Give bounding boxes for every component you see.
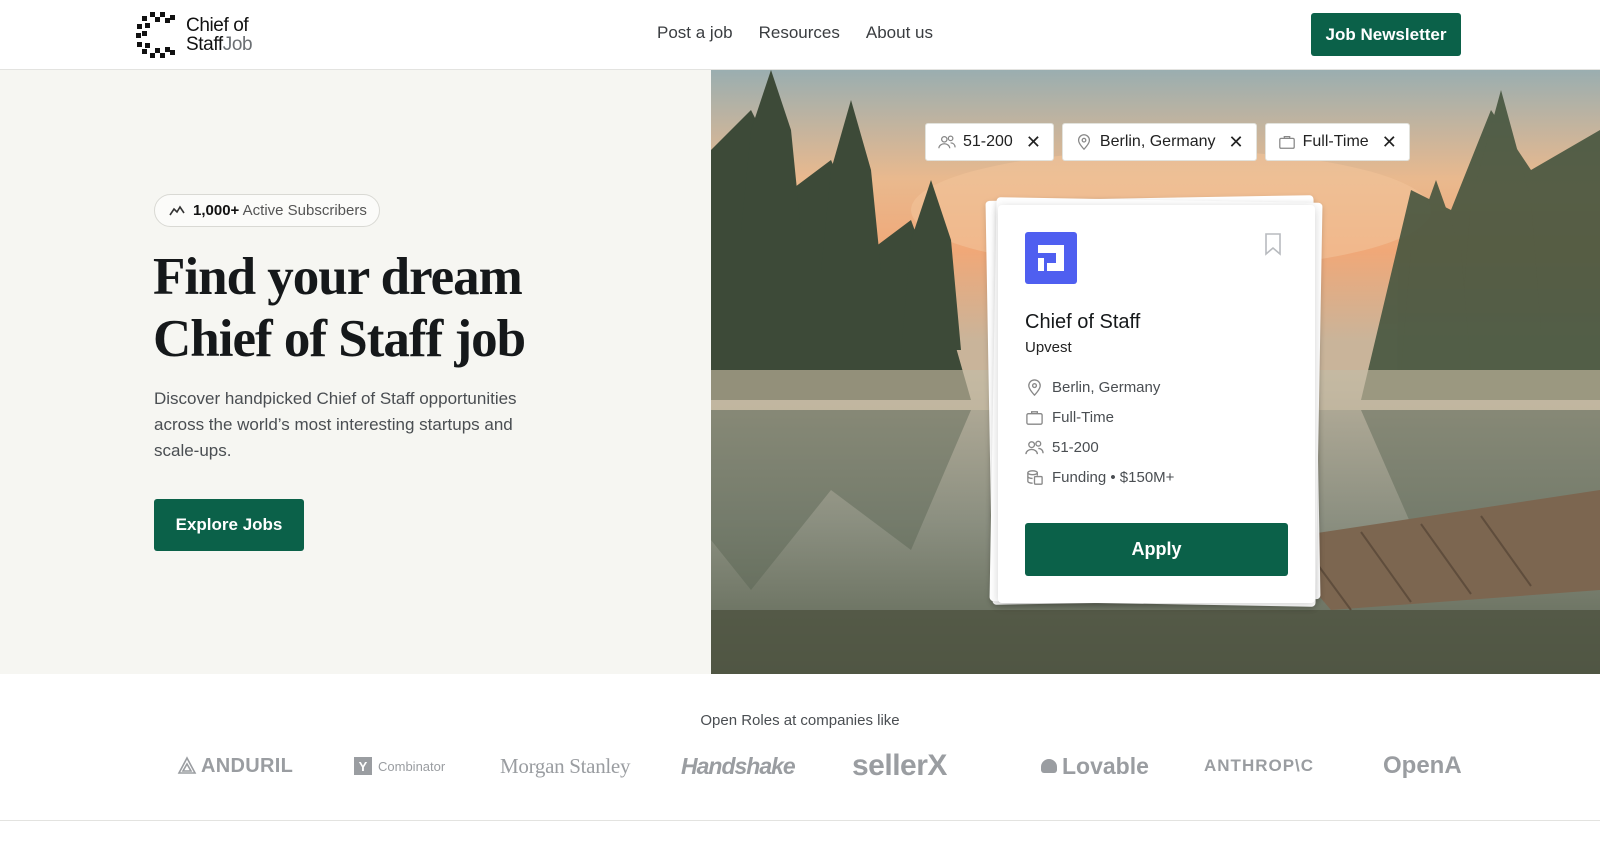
filter-chip-company-size[interactable]: 51-200 ✕ (925, 123, 1054, 161)
job-company-size: 51-200 (1025, 438, 1099, 457)
company-logo-openai: OpenAI (1383, 746, 1461, 786)
hero-title-line-1: Find your dream (153, 248, 523, 306)
people-icon (1025, 440, 1044, 455)
logo-mark-icon (136, 12, 175, 58)
briefcase-icon (1278, 135, 1295, 149)
hero-title-line-2: Chief of Staff job (153, 310, 526, 368)
company-name: Upvest (1025, 339, 1072, 356)
company-name-text: ANTHROP\C (1204, 756, 1315, 775)
nav-about-us[interactable]: About us (866, 23, 933, 43)
site-header: Chief of StaffJob Post a job Resources A… (0, 0, 1600, 70)
upvest-logo-icon (1038, 245, 1064, 271)
close-icon[interactable]: ✕ (1382, 132, 1397, 153)
site-logo[interactable]: Chief of StaffJob (136, 12, 253, 58)
job-title: Chief of Staff (1025, 311, 1141, 333)
nav-resources[interactable]: Resources (759, 23, 840, 43)
chart-trend-icon (169, 205, 185, 215)
job-location-text: Berlin, Germany (1052, 379, 1161, 396)
subscribers-label: Active Subscribers (242, 202, 367, 219)
subscribers-badge: 1,000+ Active Subscribers (154, 194, 380, 227)
people-icon (938, 135, 956, 149)
job-funding-text: Funding • $150M+ (1052, 469, 1175, 486)
job-employment-type-text: Full-Time (1052, 409, 1114, 426)
job-location: Berlin, Germany (1025, 378, 1160, 397)
location-pin-icon (1028, 379, 1041, 397)
company-logo-sellerx: sellerX (852, 746, 947, 786)
logo-line-2-bold: Staff (186, 34, 223, 55)
companies-section: Open Roles at companies like ANDURIL Y C… (0, 674, 1600, 821)
company-logo (1025, 232, 1077, 284)
hero-subtitle: Discover handpicked Chief of Staff oppor… (154, 389, 517, 460)
active-filters: 51-200 ✕ Berlin, Germany ✕ Full-Time ✕ (925, 123, 1410, 161)
company-logo-handshake: Handshake (681, 746, 796, 786)
job-employment-type: Full-Time (1025, 408, 1114, 427)
logo-line-2-light: Job (222, 34, 253, 55)
company-name-text: OpenAI (1383, 752, 1461, 779)
nav-post-a-job[interactable]: Post a job (657, 23, 733, 43)
close-icon[interactable]: ✕ (1026, 132, 1041, 153)
main-nav: Post a job Resources About us (657, 23, 933, 43)
job-newsletter-button[interactable]: Job Newsletter (1311, 13, 1461, 56)
company-name-text: Morgan Stanley (500, 753, 631, 778)
anduril-mark-icon (177, 756, 197, 774)
explore-jobs-button[interactable]: Explore Jobs (154, 499, 304, 551)
company-name-text: Combinator (378, 758, 446, 774)
logo-wordmark: Chief of StaffJob (186, 15, 253, 55)
close-icon[interactable]: ✕ (1229, 132, 1244, 153)
filter-chip-label: 51-200 (963, 133, 1013, 150)
company-logo-lovable: Lovable (1041, 746, 1149, 786)
job-company-size-text: 51-200 (1052, 439, 1099, 456)
logo-line-1: Chief of (186, 15, 249, 36)
company-logo-row: ANDURIL Y Combinator Morgan Stanley Hand… (0, 746, 1600, 786)
job-card[interactable]: Chief of Staff Upvest Berlin, Germany Fu… (998, 205, 1315, 603)
hero-section: 1,000+ Active Subscribers Find your drea… (0, 70, 711, 674)
company-logo-anthropic: ANTHROP\C (1204, 746, 1314, 786)
hero-illustration: 51-200 ✕ Berlin, Germany ✕ Full-Time ✕ C… (711, 70, 1600, 674)
bookmark-icon[interactable] (1264, 232, 1282, 256)
filter-chip-employment-type[interactable]: Full-Time ✕ (1264, 123, 1410, 161)
y-combinator-mark: Y (354, 757, 372, 775)
filter-chip-label: Berlin, Germany (1099, 133, 1216, 150)
company-name-text: Lovable (1062, 752, 1149, 779)
filter-chip-label: Full-Time (1302, 133, 1369, 150)
company-logo-y-combinator: Y Combinator (354, 746, 445, 786)
location-pin-icon (1077, 134, 1090, 151)
apply-button[interactable]: Apply (1025, 523, 1288, 576)
company-name-text: ANDURIL (201, 754, 294, 777)
company-name-text: Handshake (681, 752, 796, 779)
coins-icon (1027, 470, 1043, 485)
companies-caption: Open Roles at companies like (700, 712, 900, 729)
lovable-heart-icon (1041, 759, 1057, 773)
company-logo-anduril: ANDURIL (177, 746, 293, 786)
subscribers-count: 1,000+ (193, 202, 240, 219)
company-name-text: sellerX (852, 749, 947, 782)
company-logo-morgan-stanley: Morgan Stanley (500, 746, 630, 786)
briefcase-icon (1026, 411, 1043, 425)
hero-title: Find your dream Chief of Staff job (153, 246, 673, 370)
filter-chip-location[interactable]: Berlin, Germany ✕ (1061, 123, 1257, 161)
job-funding: Funding • $150M+ (1025, 468, 1174, 487)
